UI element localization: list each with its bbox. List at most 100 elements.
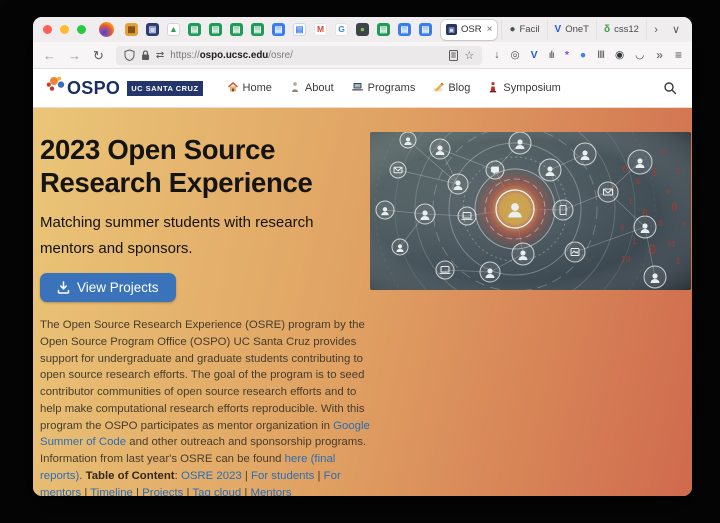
tab-label: Facil <box>519 24 539 35</box>
pencil-icon <box>432 81 444 96</box>
active-tab[interactable]: ▣ OSR × <box>441 20 497 40</box>
google-drive-icon[interactable]: ▲ <box>167 23 180 36</box>
stats-bars-icon[interactable]: ılı <box>549 50 554 61</box>
address-bar[interactable]: ⇄ https://ospo.ucsc.edu/osre/ ☆ <box>116 46 482 65</box>
flower-extension-icon[interactable]: * <box>565 50 569 61</box>
ospo-favicon: ▣ <box>446 24 457 35</box>
link-mentors[interactable]: Mentors <box>250 487 291 496</box>
podium-icon <box>487 81 499 96</box>
svg-text:0: 0 <box>649 243 656 257</box>
lock-icon[interactable] <box>141 50 150 61</box>
toolbar-right: » ≡ <box>656 48 682 62</box>
app-menu-icon[interactable]: ≡ <box>675 48 682 62</box>
bookmark-star-icon[interactable]: ☆ <box>464 49 474 62</box>
svg-text:1: 1 <box>675 257 680 267</box>
nav-item-home[interactable]: Home <box>227 81 272 96</box>
tab-label: css12 <box>614 24 639 35</box>
scroll-tabs-icon[interactable]: › <box>654 24 658 36</box>
dark-sphere-icon[interactable]: ● <box>356 23 369 36</box>
link-timeline[interactable]: Timeline <box>90 487 133 496</box>
browser-toolbar: ← → ↻ ⇄ https://ospo.ucsc.edu/osre/ ☆ ↓ ◎… <box>33 42 692 69</box>
tab-onet[interactable]: VOneT <box>548 20 597 40</box>
link-projects[interactable]: Projects <box>142 487 183 496</box>
link-osre-2023[interactable]: OSRE 2023 <box>181 470 242 482</box>
nav-item-blog[interactable]: Blog <box>432 81 470 96</box>
nav-item-symposium[interactable]: Symposium <box>487 81 560 96</box>
svg-text:1: 1 <box>628 198 632 206</box>
download-icon[interactable]: ↓ <box>494 50 499 61</box>
hero-section: 2023 Open Source Research Experience Mat… <box>33 108 692 496</box>
facebook-icon: ● <box>509 25 515 35</box>
logo-badge: UC SANTA CRUZ <box>127 81 202 96</box>
zoom-button[interactable] <box>77 25 86 34</box>
extension-icons: ↓ ◎ Vılı * ● ‖‖ ◉ ◡ <box>494 50 644 61</box>
search-button[interactable] <box>663 81 677 95</box>
google-sheets-icon[interactable]: ▤ <box>209 23 222 36</box>
chat-dot-extension-icon[interactable]: ● <box>580 50 586 61</box>
svg-text:0: 0 <box>620 224 624 232</box>
svg-text:8: 8 <box>658 219 663 228</box>
firefox-icon[interactable] <box>99 22 114 37</box>
paragraph-text: The Open Source Research Experience (OSR… <box>40 319 365 432</box>
tab-strip: ▦ ▣ ▲ ▤ ▤ ▤ ▤ ▤ ▤ MG ● ▤ ▤ ▤ ▣ OSR × ● Facil VOneTδcss1… <box>33 17 692 42</box>
v-extension-icon[interactable]: V <box>531 50 538 61</box>
nav-item-label: About <box>305 82 334 94</box>
shield-icon[interactable] <box>124 49 135 61</box>
minimize-button[interactable] <box>60 25 69 34</box>
pocket-icon[interactable]: ◡ <box>635 50 644 61</box>
google-icon[interactable]: G <box>335 23 348 36</box>
tab-controls: › ∨ <box>654 23 686 36</box>
svg-text:6: 6 <box>622 165 627 175</box>
hero-subtitle: Matching summer students with research m… <box>40 210 340 263</box>
google-sheets-icon[interactable]: ▤ <box>377 23 390 36</box>
link-tag-cloud[interactable]: Tag cloud <box>192 487 241 496</box>
site-nav: Home About Programs Blog Symposium <box>227 81 561 96</box>
toolbar-overflow-icon[interactable]: » <box>656 48 663 62</box>
close-tab-icon[interactable]: × <box>486 24 493 35</box>
pinned-tabs: ▦ ▣ ▲ ▤ ▤ ▤ ▤ ▤ ▤ MG ● ▤ ▤ ▤ <box>125 23 432 36</box>
container-swap-icon[interactable]: ⇄ <box>156 50 164 61</box>
download-icon <box>57 281 70 294</box>
svg-text:1: 1 <box>632 237 637 246</box>
google-docs-icon[interactable]: ▤ <box>272 23 285 36</box>
nav-item-about[interactable]: About <box>289 81 334 96</box>
spreadsheet-gold-icon[interactable]: ▦ <box>125 23 138 36</box>
ospo-logo[interactable]: OSPO UC SANTA CRUZ <box>46 76 203 100</box>
link-here[interactable]: here <box>285 453 308 465</box>
paragraph-text: | <box>81 487 90 496</box>
back-button[interactable]: ← <box>43 49 56 62</box>
google-docs-icon[interactable]: ▤ <box>419 23 432 36</box>
google-docs-outline-icon[interactable]: ▤ <box>293 23 306 36</box>
reader-mode-icon[interactable] <box>449 50 458 61</box>
gmail-icon[interactable]: M <box>314 23 327 36</box>
google-sheets-icon[interactable]: ▤ <box>251 23 264 36</box>
circle-g-extension-icon[interactable]: ◉ <box>615 50 624 61</box>
reload-button[interactable]: ↻ <box>93 49 104 62</box>
tab-facil[interactable]: ● Facil <box>501 20 547 40</box>
nav-item-programs[interactable]: Programs <box>351 81 416 96</box>
browser-window: ▦ ▣ ▲ ▤ ▤ ▤ ▤ ▤ ▤ MG ● ▤ ▤ ▤ ▣ OSR × ● Facil VOneTδcss1… <box>33 17 692 496</box>
svg-text:1: 1 <box>613 185 617 192</box>
google-docs-icon[interactable]: ▤ <box>398 23 411 36</box>
app-navy-icon[interactable]: ▣ <box>146 23 159 36</box>
google-sheets-icon[interactable]: ▤ <box>188 23 201 36</box>
close-button[interactable] <box>43 25 52 34</box>
intro-paragraph: The Open Source Research Experience (OSR… <box>40 317 380 496</box>
list-tabs-icon[interactable]: ∨ <box>672 23 680 36</box>
tab-css12[interactable]: δcss12 <box>597 20 647 40</box>
paragraph-text: | <box>314 470 323 482</box>
paragraph-text: Table of Content <box>86 470 175 482</box>
privacy-globe-icon[interactable]: ◎ <box>510 50 519 61</box>
nav-item-label: Home <box>243 82 272 94</box>
svg-text:0: 0 <box>666 188 670 196</box>
ospo-logo-dots-icon <box>46 76 67 100</box>
forward-button[interactable]: → <box>68 49 81 62</box>
link-for-students[interactable]: For students <box>251 470 314 482</box>
url-text: https://ospo.ucsc.edu/osre/ <box>170 50 443 61</box>
barcode-extension-icon[interactable]: ‖‖ <box>597 50 604 61</box>
google-sheets-icon[interactable]: ▤ <box>230 23 243 36</box>
view-projects-button[interactable]: View Projects <box>40 273 176 302</box>
nav-item-label: Programs <box>368 82 416 94</box>
page-title: 2023 Open Source Research Experience <box>40 133 358 200</box>
cta-label: View Projects <box>77 280 159 295</box>
